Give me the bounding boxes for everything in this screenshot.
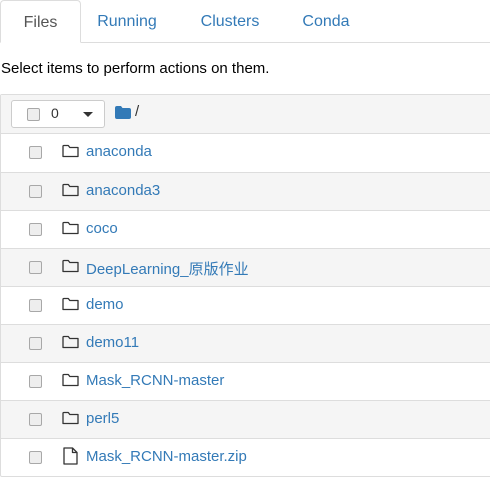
breadcrumb-root[interactable]: / <box>135 103 139 120</box>
tab-running[interactable]: Running <box>82 0 172 42</box>
select-all-box[interactable]: 0 <box>11 100 73 128</box>
item-name-link[interactable]: Mask_RCNN-master <box>86 372 224 389</box>
tab-clusters[interactable]: Clusters <box>184 0 276 42</box>
item-name-link[interactable]: DeepLearning_原版作业 <box>86 258 249 279</box>
folder-icon <box>62 221 79 240</box>
tab-files[interactable]: Files <box>0 0 81 43</box>
list-item[interactable]: anaconda3 <box>1 172 490 210</box>
folder-icon <box>62 373 79 392</box>
selected-count: 0 <box>51 105 59 121</box>
item-name-link[interactable]: demo11 <box>86 334 139 351</box>
tab-conda[interactable]: Conda <box>288 0 364 42</box>
folder-icon <box>62 259 79 278</box>
list-item[interactable]: Mask_RCNN-master <box>1 362 490 400</box>
list-header: 0 / <box>1 95 490 134</box>
item-checkbox[interactable] <box>29 299 42 312</box>
list-item[interactable]: DeepLearning_原版作业 <box>1 248 490 286</box>
item-name-link[interactable]: demo <box>86 296 124 313</box>
folder-icon <box>62 144 79 163</box>
item-checkbox[interactable] <box>29 375 42 388</box>
item-name-link[interactable]: anaconda <box>86 143 152 160</box>
list-item[interactable]: Mask_RCNN-master.zip <box>1 438 490 476</box>
list-item[interactable]: demo11 <box>1 324 490 362</box>
item-checkbox[interactable] <box>29 451 42 464</box>
folder-icon <box>62 297 79 316</box>
item-name-link[interactable]: perl5 <box>86 410 119 427</box>
item-name-link[interactable]: coco <box>86 220 118 237</box>
folder-icon[interactable] <box>115 106 131 124</box>
file-rows: anaconda anaconda3 coco DeepLearning_原版作业de… <box>1 134 490 476</box>
folder-icon <box>62 183 79 202</box>
item-checkbox[interactable] <box>29 337 42 350</box>
list-item[interactable]: coco <box>1 210 490 248</box>
item-name-link[interactable]: anaconda3 <box>86 182 160 199</box>
select-all-checkbox[interactable] <box>27 108 40 121</box>
list-item[interactable]: demo <box>1 286 490 324</box>
file-list: 0 / anaconda anaconda3 coco DeepLearning_原版… <box>0 94 490 477</box>
select-dropdown-button[interactable] <box>72 100 105 128</box>
item-checkbox[interactable] <box>29 185 42 198</box>
item-name-link[interactable]: Mask_RCNN-master.zip <box>86 448 247 465</box>
list-item[interactable]: anaconda <box>1 134 490 172</box>
item-checkbox[interactable] <box>29 261 42 274</box>
folder-icon <box>62 335 79 354</box>
list-item[interactable]: perl5 <box>1 400 490 438</box>
item-checkbox[interactable] <box>29 146 42 159</box>
tab-bar: Files Running Clusters Conda <box>0 0 490 43</box>
file-browser-page: Files Running Clusters Conda Select item… <box>0 0 490 503</box>
file-icon <box>63 447 78 470</box>
caret-down-icon <box>83 112 93 117</box>
folder-icon <box>62 411 79 430</box>
instructions-text: Select items to perform actions on them. <box>1 60 270 77</box>
item-checkbox[interactable] <box>29 413 42 426</box>
item-checkbox[interactable] <box>29 223 42 236</box>
